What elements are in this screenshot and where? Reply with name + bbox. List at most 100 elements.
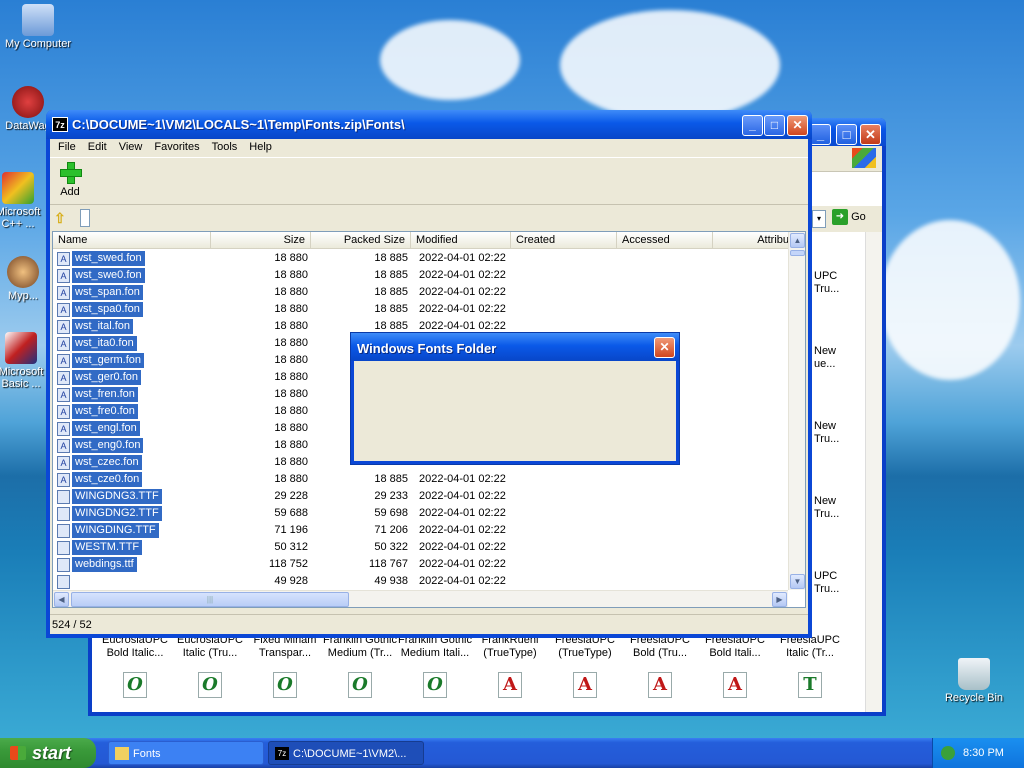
dialog-close-button[interactable]: ✕ — [654, 337, 675, 358]
size-cell: 50 312 — [274, 541, 308, 553]
vertical-scrollbar[interactable]: ▲ ▼ — [788, 232, 805, 590]
dialog-titlebar[interactable]: Windows Fonts Folder ✕ — [351, 333, 679, 361]
scroll-up-icon[interactable]: ▲ — [790, 233, 805, 248]
add-button[interactable]: Add — [56, 162, 84, 198]
archive-titlebar[interactable]: 7z C:\DOCUME~1\VM2\LOCALS~1\Temp\Fonts.z… — [46, 110, 812, 139]
menu-file[interactable]: File — [52, 140, 82, 156]
start-button[interactable]: start — [0, 738, 96, 768]
column-created[interactable]: Created — [511, 232, 617, 249]
column-size[interactable]: Size — [211, 232, 311, 249]
network-icon[interactable] — [941, 746, 955, 760]
menu-tools[interactable]: Tools — [206, 140, 244, 156]
menu-edit[interactable]: Edit — [82, 140, 113, 156]
folder-icon — [115, 747, 129, 760]
hscroll-thumb[interactable]: ||| — [71, 592, 349, 607]
table-row[interactable]: Awst_spa0.fon 18 880 18 885 2022-04-01 02:2… — [53, 301, 793, 318]
table-row[interactable]: WINGDNG3.TTF 29 228 29 233 2022-04-01 02:22 — [53, 488, 793, 505]
column-attributes[interactable]: Attribu — [713, 232, 795, 249]
desktop-icon-recycle-bin[interactable]: Recycle Bin — [936, 658, 1012, 704]
table-row[interactable]: WINGDING.TTF 71 196 71 206 2022-04-01 02:22 — [53, 522, 793, 539]
file-name-cell: Awst_fren.fon — [57, 386, 138, 403]
taskbar-item-7zip[interactable]: 7z C:\DOCUME~1\VM2\... — [268, 741, 424, 765]
font-file-icon: A — [57, 285, 70, 300]
font-item-partial[interactable]: New Tru... — [814, 420, 839, 446]
font-file-icon: A — [57, 404, 70, 419]
opentype-font-icon[interactable]: O — [348, 672, 372, 698]
file-name-cell: Awst_ita0.fon — [57, 335, 137, 352]
file-name-cell: Awst_engl.fon — [57, 420, 140, 437]
minimize-button[interactable]: _ — [742, 115, 763, 136]
font-subname: (TrueType) — [483, 647, 537, 659]
desktop-icon-my-computer[interactable]: My Computer — [0, 4, 76, 50]
column-accessed[interactable]: Accessed — [617, 232, 713, 249]
modified-cell: 2022-04-01 02:22 — [419, 524, 506, 536]
opentype-font-icon[interactable]: O — [198, 672, 222, 698]
packed-cell: 18 885 — [374, 286, 408, 298]
folder-up-icon[interactable]: ⇧ — [54, 210, 72, 226]
font-name: UPC — [814, 270, 838, 282]
font-subname: Tru... — [814, 433, 840, 445]
font-file-icon[interactable]: A — [723, 672, 747, 698]
scroll-right-icon[interactable]: ▶ — [772, 592, 787, 607]
table-row[interactable]: Awst_span.fon 18 880 18 885 2022-04-01 02:2… — [53, 284, 793, 301]
opentype-font-icon[interactable]: O — [123, 672, 147, 698]
font-item-partial[interactable]: New Tru... — [814, 495, 839, 521]
font-item-partial[interactable]: UPC Tru... — [814, 270, 839, 296]
font-file-icon: A — [57, 268, 70, 283]
taskbar-item-fonts[interactable]: Fonts — [108, 741, 264, 765]
font-file-icon[interactable]: A — [498, 672, 522, 698]
table-row[interactable]: WESTM.TTF 50 312 50 322 2022-04-01 02:22 — [53, 539, 793, 556]
table-row[interactable]: Awst_swed.fon 18 880 18 885 2022-04-01 02:2… — [53, 250, 793, 267]
table-row[interactable]: Awst_swe0.fon 18 880 18 885 2022-04-01 02:2… — [53, 267, 793, 284]
maximize-button[interactable]: □ — [764, 115, 785, 136]
desktop-icon-visual-basic[interactable]: Microsoft Basic ... — [0, 332, 50, 390]
opentype-font-icon[interactable]: O — [273, 672, 297, 698]
table-row[interactable]: webdings.ttf 118 752 118 767 2022-04-01 02:… — [53, 556, 793, 573]
desktop-icon-myp[interactable]: Myp... — [0, 256, 48, 302]
cloud — [880, 220, 1020, 380]
address-dropdown-button[interactable]: ▾ — [812, 210, 826, 228]
scroll-left-icon[interactable]: ◀ — [54, 592, 69, 607]
fonts-vertical-scrollbar[interactable] — [865, 232, 882, 712]
packed-cell: 118 767 — [369, 558, 408, 570]
menu-bar: File Edit View Favorites Tools Help — [50, 139, 808, 156]
go-button[interactable]: ➜ Go — [832, 209, 876, 229]
file-name: wst_spa0.fon — [72, 302, 143, 317]
modified-cell: 2022-04-01 02:22 — [419, 269, 506, 281]
file-name-cell: Awst_spa0.fon — [57, 301, 143, 318]
table-row[interactable]: 49 928 49 938 2022-04-01 02:22 — [53, 573, 793, 590]
fonts-folder-dialog[interactable]: Windows Fonts Folder ✕ — [350, 332, 680, 465]
font-file-icon[interactable]: A — [648, 672, 672, 698]
menu-view[interactable]: View — [113, 140, 149, 156]
close-button[interactable]: ✕ — [860, 124, 881, 145]
window-title: C:\DOCUME~1\VM2\LOCALS~1\Temp\Fonts.zip\… — [72, 117, 405, 132]
file-name-cell: Awst_cze0.fon — [57, 471, 143, 488]
path-input[interactable] — [80, 209, 90, 227]
modified-cell: 2022-04-01 02:22 — [419, 490, 506, 502]
horizontal-scrollbar[interactable]: ◀ ||| ▶ — [53, 590, 788, 607]
menu-help[interactable]: Help — [243, 140, 278, 156]
font-file-icon[interactable]: A — [573, 672, 597, 698]
menu-favorites[interactable]: Favorites — [148, 140, 205, 156]
size-cell: 29 228 — [274, 490, 308, 502]
table-row[interactable]: Awst_cze0.fon 18 880 18 885 2022-04-01 02:2… — [53, 471, 793, 488]
column-name[interactable]: Name — [53, 232, 211, 249]
size-cell: 18 880 — [274, 320, 308, 332]
table-row[interactable]: WINGDNG2.TTF 59 688 59 698 2022-04-01 02:22 — [53, 505, 793, 522]
minimize-button[interactable]: _ — [810, 124, 831, 145]
column-modified[interactable]: Modified — [411, 232, 511, 249]
scroll-down-icon[interactable]: ▼ — [790, 574, 805, 589]
scroll-thumb[interactable] — [790, 250, 805, 256]
desktop-icon-visual-cpp[interactable]: Microsoft C++ ... — [0, 172, 50, 230]
close-button[interactable]: ✕ — [787, 115, 808, 136]
column-packed-size[interactable]: Packed Size — [311, 232, 411, 249]
file-name: wst_swe0.fon — [72, 268, 145, 283]
size-cell: 18 880 — [274, 371, 308, 383]
opentype-font-icon[interactable]: O — [423, 672, 447, 698]
font-item-partial[interactable]: UPC Tru... — [814, 570, 839, 596]
visual-studio-icon — [2, 172, 34, 204]
size-cell: 59 688 — [274, 507, 308, 519]
font-item-partial[interactable]: New ue... — [814, 345, 836, 371]
truetype-font-icon[interactable]: T — [798, 672, 822, 698]
maximize-button[interactable]: □ — [836, 124, 857, 145]
